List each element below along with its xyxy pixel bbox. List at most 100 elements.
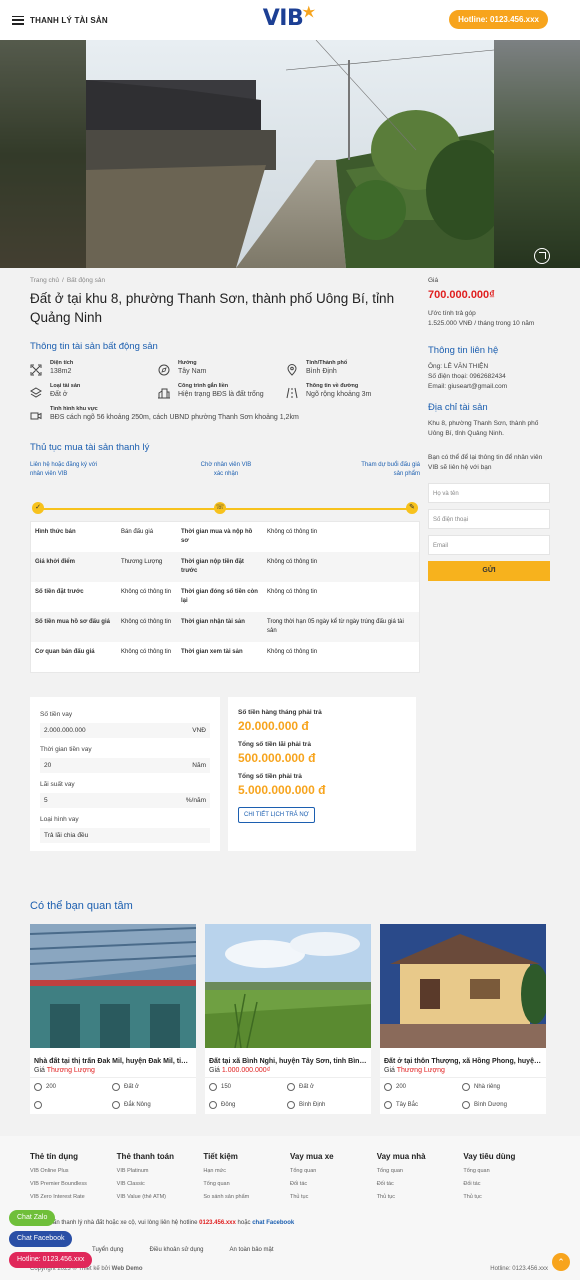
loan-type-select[interactable]: Trả lãi chia đều	[40, 828, 210, 843]
spec-label: Hướng	[178, 360, 197, 366]
footer-link[interactable]: Tổng quan	[463, 1168, 550, 1174]
spec-value: 138m2	[50, 368, 72, 375]
main-property-photo[interactable]	[86, 40, 494, 268]
chat-facebook-button[interactable]: Chat Facebook	[9, 1231, 73, 1247]
email-input[interactable]: Email	[428, 535, 550, 555]
footer-link[interactable]: VIB Zero Interest Rate	[30, 1194, 117, 1200]
hero-gallery[interactable]	[0, 40, 580, 268]
repayment-schedule-button[interactable]: CHI TIẾT LỊCH TRẢ NỢ	[238, 807, 315, 823]
installment-label: Ước tính trả góp	[428, 310, 476, 317]
phone-input[interactable]: Số điện thoại	[428, 509, 550, 529]
related-card[interactable]: Đất ở tại thôn Thượng, xã Hồng Phong, hu…	[380, 924, 549, 1114]
total-interest-value: 500.000.000 đ	[238, 751, 316, 765]
gallery-next-image[interactable]	[494, 40, 580, 268]
footer-link[interactable]: Đối tác	[290, 1181, 377, 1187]
loan-type-value: Trả lãi chia đều	[44, 832, 89, 839]
contact-name: Ông: LÊ VĂN THIỆN	[428, 363, 489, 370]
footer-link[interactable]: VIB Classic	[117, 1181, 204, 1187]
breadcrumb-category[interactable]: Bất động sản	[67, 277, 105, 284]
card-region	[30, 1096, 108, 1114]
spec-value: Hiện trạng BĐS là đất trống	[178, 391, 264, 398]
area-icon	[34, 1083, 42, 1091]
card-title[interactable]: Đất tại xã Bình Nghi, huyện Tây Sơn, tỉn…	[205, 1053, 371, 1065]
card-type: Đất ở	[108, 1078, 196, 1096]
footer-link[interactable]: VIB Online Plus	[30, 1168, 117, 1174]
spec-area-situation: Tình hình khu vực BĐS cách ngõ 56 khoảng …	[30, 406, 414, 422]
hamburger-icon[interactable]	[12, 15, 24, 25]
loan-rate-unit: %/năm	[185, 797, 206, 804]
left-column: Trang chủ / Bất động sản Đất ở tại khu 8, …	[30, 268, 420, 851]
footer-hotline-link[interactable]: 0123.456.xxx	[199, 1220, 236, 1226]
table-cell: Thời gian mua và nộp hồ sơ	[181, 529, 253, 544]
total-payment-value: 5.000.000.000 đ	[238, 783, 326, 797]
breadcrumb: Trang chủ / Bất động sản	[30, 277, 106, 284]
card-type-value: Đất ở	[124, 1084, 139, 1090]
footer-link[interactable]: Thủ tục	[463, 1194, 550, 1200]
hotline-button[interactable]: Hotline: 0123.456.xxx	[449, 10, 548, 29]
related-card[interactable]: Đất tại xã Bình Nghi, huyện Tây Sơn, tỉn…	[205, 924, 371, 1114]
table-cell: Không có thông tin	[267, 529, 318, 535]
spec-value: BĐS cách ngõ 56 khoảng 250m, cách UBND p…	[50, 414, 299, 421]
expand-icon[interactable]	[534, 248, 550, 264]
breadcrumb-home[interactable]: Trang chủ	[30, 277, 59, 284]
table-cell: Thương Lượng	[121, 559, 163, 565]
table-row: Giá khởi điểm Thương Lượng Thời gian nộp t…	[31, 552, 419, 582]
related-section: Có thể bạn quan tâm Nhà đất tại thị trấn…	[29, 900, 550, 1114]
card-photo[interactable]	[29, 924, 197, 1048]
loan-type-label: Loại hình vay	[40, 816, 79, 823]
footer-link[interactable]: Hạn mức	[203, 1168, 290, 1174]
footer-link[interactable]: Tổng quan	[203, 1181, 290, 1187]
footer-link[interactable]: Đối tác	[377, 1181, 464, 1187]
related-cards: Nhà đất tại thị trấn Đak Mil, huyện Đak …	[29, 924, 550, 1114]
contact-phone[interactable]: Số điện thoại: 0962682434	[428, 372, 550, 382]
footer-link[interactable]: Đối tác	[463, 1181, 550, 1187]
chat-zalo-button[interactable]: Chat Zalo	[9, 1210, 56, 1226]
footer-link[interactable]: Thủ tục	[290, 1194, 377, 1200]
footer-link[interactable]: VIB Value (thẻ ATM)	[117, 1194, 204, 1200]
logo-text: VIB	[262, 6, 304, 31]
name-input[interactable]: Họ và tên	[428, 483, 550, 503]
loan-term-input[interactable]: 20 Năm	[40, 758, 210, 773]
loan-amount-input[interactable]: 2.000.000.000 VNĐ	[40, 723, 210, 738]
loan-inputs: Số tiền vay 2.000.000.000 VNĐ Thời gian t…	[30, 697, 220, 851]
footer-column: Vay mua xe Tổng quan Đối tác Thủ tục	[290, 1152, 377, 1200]
card-photo[interactable]	[205, 924, 371, 1049]
footer-link[interactable]: So sánh sản phẩm	[203, 1194, 290, 1200]
related-card[interactable]: Nhà đất tại thị trấn Đak Mil, huyện Đak …	[29, 924, 197, 1114]
footer-link[interactable]: Tổng quan	[377, 1168, 464, 1174]
card-price-label: Giá	[209, 1067, 220, 1074]
gallery-prev-image[interactable]	[0, 40, 86, 268]
footer-facebook-link[interactable]: chat Facebook	[252, 1220, 294, 1226]
footer-link[interactable]: Thủ tục	[377, 1194, 464, 1200]
table-cell: Thời gian xem tài sản	[181, 649, 243, 655]
vib-logo[interactable]: VIB	[262, 5, 317, 31]
footer-link[interactable]: Tổng quan	[290, 1168, 377, 1174]
table-cell: Không có thông tin	[267, 559, 318, 565]
copyright-brand[interactable]: Web Demo	[112, 1266, 143, 1272]
card-title[interactable]: Đất ở tại thôn Thượng, xã Hồng Phong, hu…	[380, 1053, 546, 1065]
footer-link-terms[interactable]: Điều khoản sử dụng	[149, 1247, 203, 1253]
footer-link-security[interactable]: An toàn bảo mật	[230, 1247, 274, 1253]
card-photo[interactable]	[380, 924, 549, 1048]
footer-link-careers[interactable]: Tuyển dụng	[92, 1247, 123, 1253]
loan-rate-input[interactable]: 5 %/năm	[40, 793, 210, 808]
gavel-icon: ✎	[406, 502, 418, 514]
footer-hotline[interactable]: Hotline: 0123.456.xxx	[490, 1266, 548, 1272]
total-payment-label: Tổng số tiền phải trả	[238, 773, 302, 780]
hotline-float-button[interactable]: Hotline: 0123.456.xxx	[9, 1252, 93, 1268]
contact-email[interactable]: Email: giuseart@gmail.com	[428, 382, 550, 392]
footer-link[interactable]: VIB Platinum	[117, 1168, 204, 1174]
card-price-label: Giá	[384, 1067, 395, 1074]
submit-button[interactable]: GỬI	[428, 561, 550, 581]
menu-button[interactable]: THANH LÝ TÀI SẢN	[12, 15, 108, 25]
back-to-top-icon[interactable]: ⌃	[552, 1253, 570, 1271]
footer-link[interactable]: VIB Premier Boundless	[30, 1181, 117, 1187]
card-type-value: Nhà riêng	[474, 1084, 501, 1090]
form-intro: Bạn có thể để lại thông tin để nhân viên…	[428, 454, 543, 471]
spec-road: Thông tin về đường Ngõ rộng khoảng 3m	[286, 383, 414, 399]
card-title[interactable]: Nhà đất tại thị trấn Đak Mil, huyện Đak …	[30, 1053, 196, 1065]
table-row: Hình thức bán Bán đấu giá Thời gian mua và…	[31, 522, 419, 552]
property-specs: Diện tích 138m2 Hướng Tây Nam Tỉnh/Thành p…	[30, 360, 420, 422]
procedure-steps: Liên hệ hoặc đăng ký với nhân viên VIB C…	[30, 461, 420, 521]
total-interest-label: Tổng số tiền lãi phải trả	[238, 741, 311, 748]
